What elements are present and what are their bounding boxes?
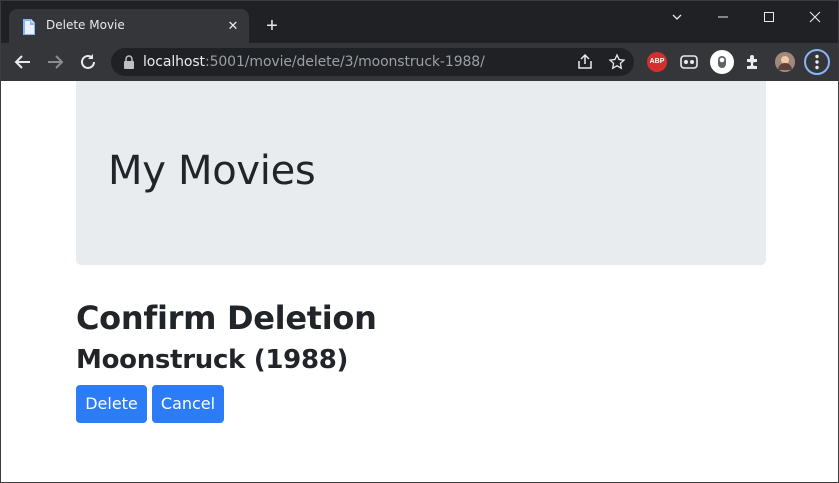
forward-icon[interactable] [43, 50, 67, 74]
site-title: My Movies [108, 148, 316, 194]
back-icon[interactable] [11, 50, 35, 74]
header-jumbotron: My Movies [76, 81, 766, 265]
close-window-icon[interactable] [803, 7, 827, 27]
cassette-extension-icon[interactable] [679, 52, 699, 72]
lock-icon[interactable] [123, 55, 135, 69]
tab-search-icon[interactable] [665, 7, 689, 27]
adblock-label: ABP [649, 58, 665, 65]
adblock-icon[interactable]: ABP [647, 52, 667, 72]
tab-close-icon[interactable]: ✕ [225, 18, 241, 34]
url-path: :5001/movie/delete/3/moonstruck-1988/ [204, 54, 485, 70]
tab-title: Delete Movie [46, 18, 125, 32]
extension-toggle-icon[interactable] [710, 50, 734, 74]
confirm-heading: Confirm Deletion [76, 299, 377, 337]
menu-icon[interactable] [804, 49, 830, 75]
cancel-button[interactable]: Cancel [152, 385, 224, 423]
avatar[interactable] [775, 52, 795, 72]
url-text[interactable]: localhost:5001/movie/delete/3/moonstruck… [143, 54, 485, 70]
minimize-icon[interactable] [711, 7, 735, 27]
star-icon[interactable] [608, 53, 626, 71]
puzzle-icon[interactable] [743, 52, 763, 72]
tab-delete-movie[interactable]: Delete Movie ✕ [9, 9, 249, 43]
movie-title: Moonstruck (1988) [76, 345, 349, 375]
page-favicon-icon [23, 19, 35, 35]
maximize-icon[interactable] [757, 7, 781, 27]
tab-strip: Delete Movie ✕ + [1, 1, 838, 43]
url-host: localhost [143, 54, 205, 70]
page-viewport: My Movies Confirm Deletion Moonstruck (1… [1, 81, 838, 482]
address-bar[interactable]: localhost:5001/movie/delete/3/moonstruck… [111, 48, 634, 76]
delete-button[interactable]: Delete [76, 385, 147, 423]
share-icon[interactable] [576, 53, 594, 71]
browser-window: Delete Movie ✕ + localhost:5001/movie/de… [0, 0, 839, 483]
browser-toolbar: localhost:5001/movie/delete/3/moonstruck… [1, 43, 838, 81]
new-tab-icon[interactable]: + [261, 15, 283, 37]
reload-icon[interactable] [76, 50, 100, 74]
